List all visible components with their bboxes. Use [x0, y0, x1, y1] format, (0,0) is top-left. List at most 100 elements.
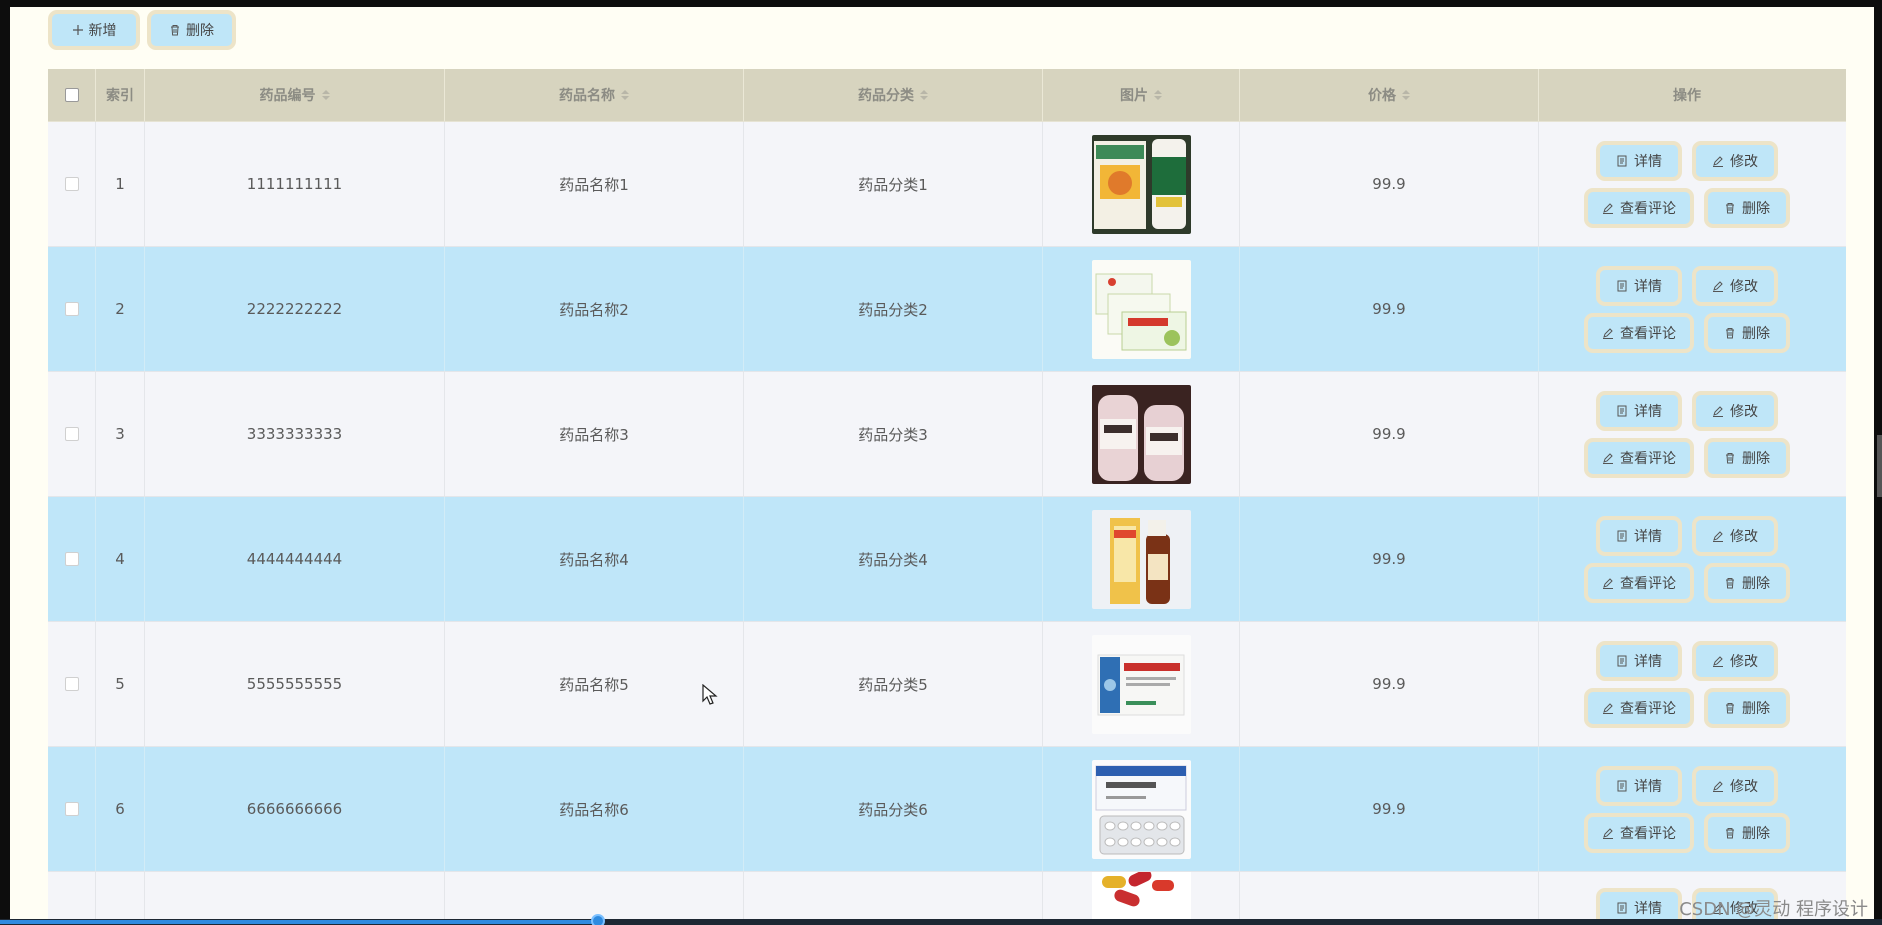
edit-button[interactable]: 修改	[1692, 765, 1778, 806]
view-reviews-button[interactable]: 查看评论	[1584, 437, 1694, 478]
row-checkbox[interactable]	[64, 802, 79, 816]
document-icon	[1617, 530, 1627, 541]
row-delete-button[interactable]: 删除	[1704, 812, 1790, 853]
row-actions-cell: 详情 修改查看评论 删除	[1539, 747, 1835, 871]
table-row: 5 5555555555 药品名称5 药品分类5 99.9 详情 修改 查看评论 删除	[48, 622, 1846, 747]
header-price[interactable]: 价格	[1240, 69, 1539, 121]
mouse-cursor-icon	[702, 684, 718, 705]
edit-button-label: 修改	[1730, 403, 1758, 420]
row-delete-button[interactable]: 删除	[1704, 687, 1790, 728]
header-name[interactable]: 药品名称	[445, 69, 744, 121]
row-checkbox[interactable]	[64, 427, 79, 441]
detail-button[interactable]: 详情	[1596, 515, 1682, 556]
drug-thumbnail[interactable]	[1091, 872, 1191, 925]
table-row: 1 1111111111 药品名称1 药品分类1 99.9 详情 修改 查看评论 删除	[48, 122, 1846, 247]
view-reviews-button[interactable]: 查看评论	[1584, 562, 1694, 603]
view-reviews-button[interactable]: 查看评论	[1584, 312, 1694, 353]
add-button[interactable]: 新增	[48, 10, 140, 50]
pencil-icon	[1603, 452, 1613, 464]
drug-thumbnail[interactable]	[1091, 134, 1191, 234]
view-reviews-button-label: 查看评论	[1620, 700, 1676, 717]
row-delete-button-label: 删除	[1742, 200, 1770, 217]
row-delete-button[interactable]: 删除	[1704, 562, 1790, 603]
edit-button[interactable]: 修改	[1692, 265, 1778, 306]
row-delete-button[interactable]: 删除	[1704, 312, 1790, 353]
delete-button[interactable]: 删除	[147, 10, 236, 50]
row-price-cell: 99.9	[1240, 372, 1539, 496]
edit-button[interactable]: 修改	[1692, 515, 1778, 556]
header-image[interactable]: 图片	[1043, 69, 1240, 121]
sort-caret-icon[interactable]	[621, 90, 629, 100]
row-checkbox[interactable]	[64, 552, 79, 566]
row-delete-button[interactable]: 删除	[1704, 437, 1790, 478]
horizontal-scroll-handle[interactable]	[591, 914, 605, 925]
row-image-cell	[1043, 872, 1240, 925]
header-index-label: 索引	[106, 88, 134, 104]
header-code[interactable]: 药品编号	[145, 69, 445, 121]
row-price-cell: 99.9	[1240, 747, 1539, 871]
view-reviews-button[interactable]: 查看评论	[1584, 687, 1694, 728]
row-category-cell	[744, 872, 1043, 925]
row-index-cell: 1	[96, 122, 145, 246]
row-name: 药品名称1	[559, 175, 629, 194]
row-checkbox[interactable]	[64, 302, 79, 316]
row-image-cell	[1043, 747, 1240, 871]
horizontal-scroll-progress[interactable]	[0, 920, 600, 924]
drug-thumbnail[interactable]	[1091, 384, 1191, 484]
row-delete-button-label: 删除	[1742, 575, 1770, 592]
drug-thumbnail[interactable]	[1091, 759, 1191, 859]
sort-caret-icon[interactable]	[1402, 90, 1410, 100]
table-row-partial: 详情 修改	[48, 872, 1846, 925]
trash-icon	[171, 25, 179, 36]
sort-caret-icon[interactable]	[1154, 90, 1162, 100]
row-code-cell	[145, 872, 445, 925]
edit-button-label: 修改	[1730, 528, 1758, 545]
row-delete-button[interactable]: 删除	[1704, 187, 1790, 228]
view-reviews-button[interactable]: 查看评论	[1584, 187, 1694, 228]
select-all-checkbox[interactable]	[64, 88, 79, 102]
detail-button[interactable]: 详情	[1596, 265, 1682, 306]
view-reviews-button[interactable]: 查看评论	[1584, 812, 1694, 853]
row-price: 99.9	[1372, 675, 1406, 693]
row-index: 2	[115, 300, 125, 318]
row-index-cell: 3	[96, 372, 145, 496]
row-price: 99.9	[1372, 425, 1406, 443]
drug-thumbnail[interactable]	[1091, 509, 1191, 609]
row-checkbox[interactable]	[64, 177, 79, 191]
row-code: 5555555555	[246, 675, 343, 693]
document-icon	[1617, 902, 1627, 913]
toolbar: 新增 删除	[48, 10, 236, 50]
row-checkbox-cell	[48, 747, 96, 871]
drug-thumbnail[interactable]	[1091, 259, 1191, 359]
detail-button[interactable]: 详情	[1596, 140, 1682, 181]
row-delete-button-label: 删除	[1742, 825, 1770, 842]
header-name-label: 药品名称	[559, 88, 615, 104]
row-checkbox-cell	[48, 372, 96, 496]
drug-thumbnail[interactable]	[1091, 634, 1191, 734]
edit-button[interactable]: 修改	[1692, 390, 1778, 431]
watermark-text: CSDN @灵动 程序设计	[1679, 899, 1868, 920]
pencil-icon	[1713, 780, 1723, 792]
sort-caret-icon[interactable]	[920, 90, 928, 100]
table-row: 3 3333333333 药品名称3 药品分类3 99.9 详情 修改 查看评论 删除	[48, 372, 1846, 497]
detail-button-label: 详情	[1634, 900, 1662, 917]
view-reviews-button-label: 查看评论	[1620, 200, 1676, 217]
sort-caret-icon[interactable]	[321, 90, 330, 100]
row-checkbox-cell	[48, 247, 96, 371]
row-category: 药品分类6	[858, 800, 928, 819]
plus-icon	[72, 25, 83, 35]
row-image-cell	[1043, 247, 1240, 371]
detail-button[interactable]: 详情	[1596, 390, 1682, 431]
edit-button[interactable]: 修改	[1692, 140, 1778, 181]
edit-button[interactable]: 修改	[1692, 640, 1778, 681]
row-code: 2222222222	[246, 300, 343, 318]
edit-button-label: 修改	[1730, 278, 1758, 295]
row-checkbox[interactable]	[64, 677, 79, 691]
document-icon	[1617, 155, 1627, 166]
header-category[interactable]: 药品分类	[744, 69, 1043, 121]
detail-button[interactable]: 详情	[1596, 640, 1682, 681]
vertical-scrollbar[interactable]	[1877, 435, 1882, 497]
row-name: 药品名称5	[559, 675, 629, 694]
row-category-cell: 药品分类2	[744, 247, 1043, 371]
detail-button[interactable]: 详情	[1596, 765, 1682, 806]
